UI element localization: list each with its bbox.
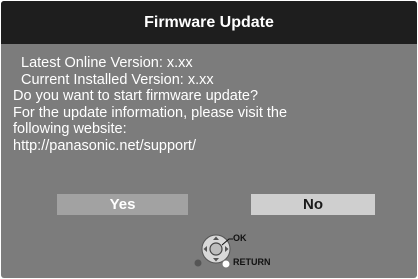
update-question-line: Do you want to start firmware update? <box>13 88 259 105</box>
remote-key-hint: OK RETURN <box>191 229 311 275</box>
dialog-message: Latest Online Version: x.xx Current Inst… <box>13 55 403 155</box>
yes-button[interactable]: Yes <box>57 194 188 215</box>
latest-version-line: Latest Online Version: x.xx <box>21 55 193 71</box>
ok-hint-label: OK <box>233 233 247 243</box>
no-button[interactable]: No <box>251 194 375 215</box>
support-url: http://panasonic.net/support/ <box>13 137 196 154</box>
firmware-update-dialog: Firmware Update Latest Online Version: x… <box>1 1 417 278</box>
info-line: For the update information, please visit… <box>13 104 288 121</box>
installed-version-line: Current Installed Version: x.xx <box>21 71 214 88</box>
dialog-title: Firmware Update <box>1 1 417 44</box>
return-hint-label: RETURN <box>233 257 271 267</box>
website-label-line: following website: <box>13 121 127 138</box>
